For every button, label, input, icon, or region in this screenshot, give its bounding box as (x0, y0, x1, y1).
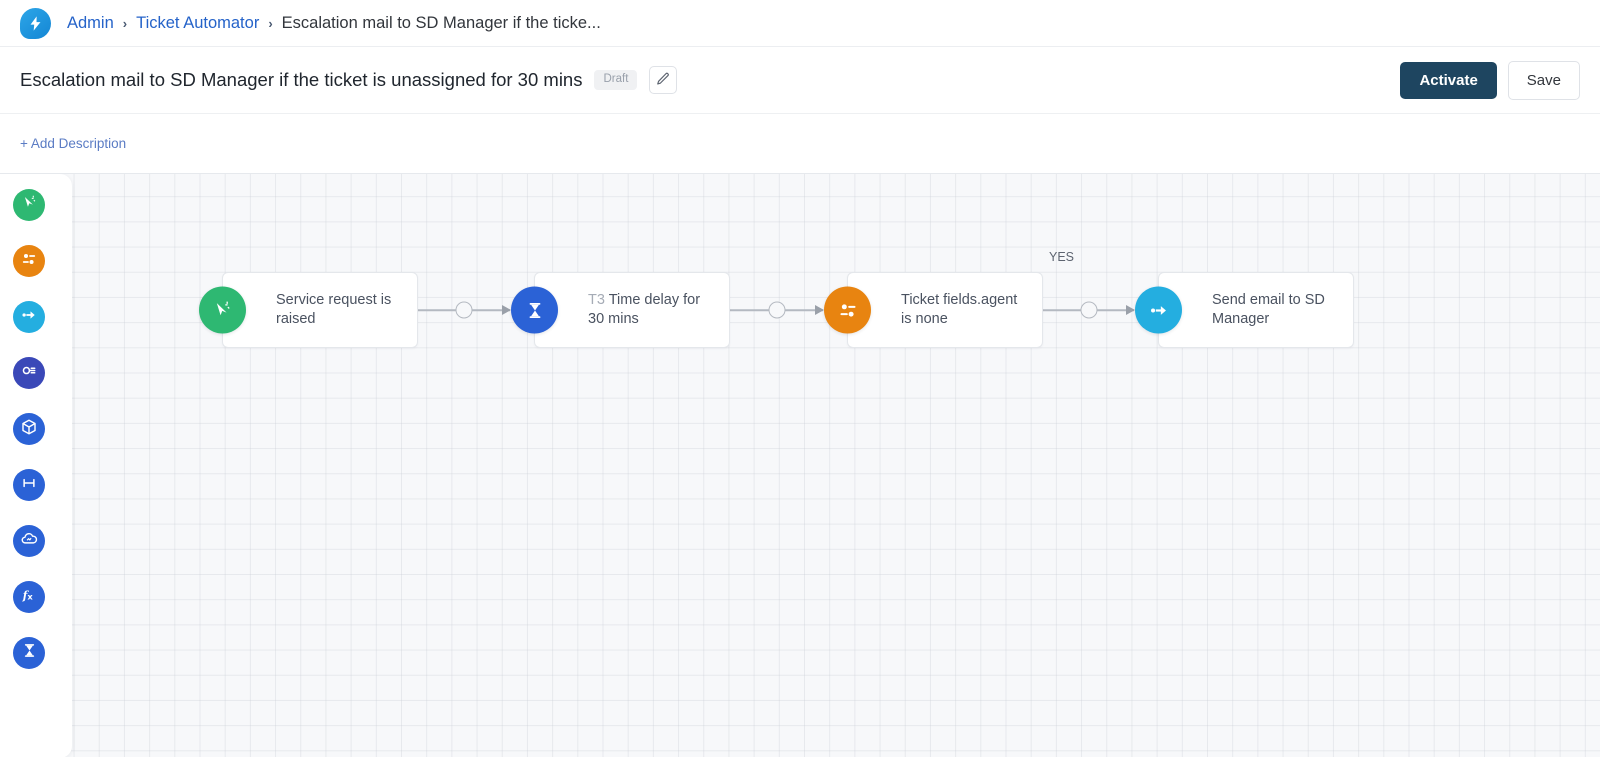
title-group: Escalation mail to SD Manager if the tic… (20, 66, 678, 94)
breadcrumb-bar: Admin › Ticket Automator › Escalation ma… (0, 0, 1600, 47)
status-badge: Draft (594, 69, 638, 91)
title-actions: Activate Save (1400, 60, 1580, 100)
breadcrumb-item-ticket-automator[interactable]: Ticket Automator (136, 14, 259, 33)
connector (730, 272, 824, 348)
add-node-button[interactable] (1080, 301, 1097, 319)
flow-node-delay[interactable]: T3 Time delay for 30 mins (511, 272, 730, 348)
node-icon-condition (824, 286, 871, 334)
node-icon-hourglass (511, 286, 558, 334)
description-bar: + Add Description (0, 113, 1600, 173)
flow-node-label: Ticket fields.agent is none (848, 291, 1042, 329)
edit-title-button[interactable] (649, 66, 678, 94)
breadcrumb: Admin › Ticket Automator › Escalation ma… (67, 14, 601, 33)
flow-node-send-email[interactable]: Send email to SD Manager (1135, 272, 1354, 348)
branch-label-yes: YES (1049, 250, 1075, 264)
add-node-button[interactable] (455, 301, 473, 319)
breadcrumb-separator: › (122, 15, 128, 31)
flow-node-text: Send email to SD Manager (1212, 291, 1325, 327)
lightning-bolt-logo[interactable] (20, 7, 51, 39)
connector-arrow (1126, 305, 1135, 315)
breadcrumb-item-admin[interactable]: Admin (67, 14, 114, 33)
flow-node-label: Service request is raised (223, 291, 417, 329)
add-node-button[interactable] (768, 301, 785, 319)
connector-arrow (815, 305, 824, 315)
connector-yes: YES (1043, 250, 1135, 348)
flow-canvas[interactable]: f x YES Service request is raised T3 Tim… (0, 173, 1600, 757)
breadcrumb-separator: › (268, 15, 273, 31)
title-bar: Escalation mail to SD Manager if the tic… (0, 47, 1600, 113)
activate-button[interactable]: Activate (1400, 61, 1497, 99)
flow-node-prefix: T3 (588, 291, 609, 308)
breadcrumb-item-current: Escalation mail to SD Manager if the tic… (281, 13, 601, 32)
flow-node-label: Send email to SD Manager (1159, 291, 1353, 329)
flow-graph: YES Service request is raised T3 Time de… (0, 174, 1600, 757)
add-description-button[interactable]: + Add Description (20, 136, 126, 151)
flow-node-condition[interactable]: Ticket fields.agent is none (824, 272, 1043, 348)
flow-node-trigger[interactable]: Service request is raised (199, 272, 418, 348)
connector (418, 272, 511, 348)
flow-node-label: T3 Time delay for 30 mins (535, 291, 729, 329)
save-button[interactable]: Save (1507, 60, 1580, 100)
connector-arrow (502, 305, 511, 315)
node-icon-action (1135, 286, 1182, 334)
page-title: Escalation mail to SD Manager if the tic… (20, 69, 583, 90)
node-icon-trigger (199, 286, 246, 334)
flow-node-text: Ticket fields.agent is none (901, 291, 1018, 327)
flow-node-text: Service request is raised (276, 291, 392, 327)
pencil-icon (656, 72, 670, 89)
